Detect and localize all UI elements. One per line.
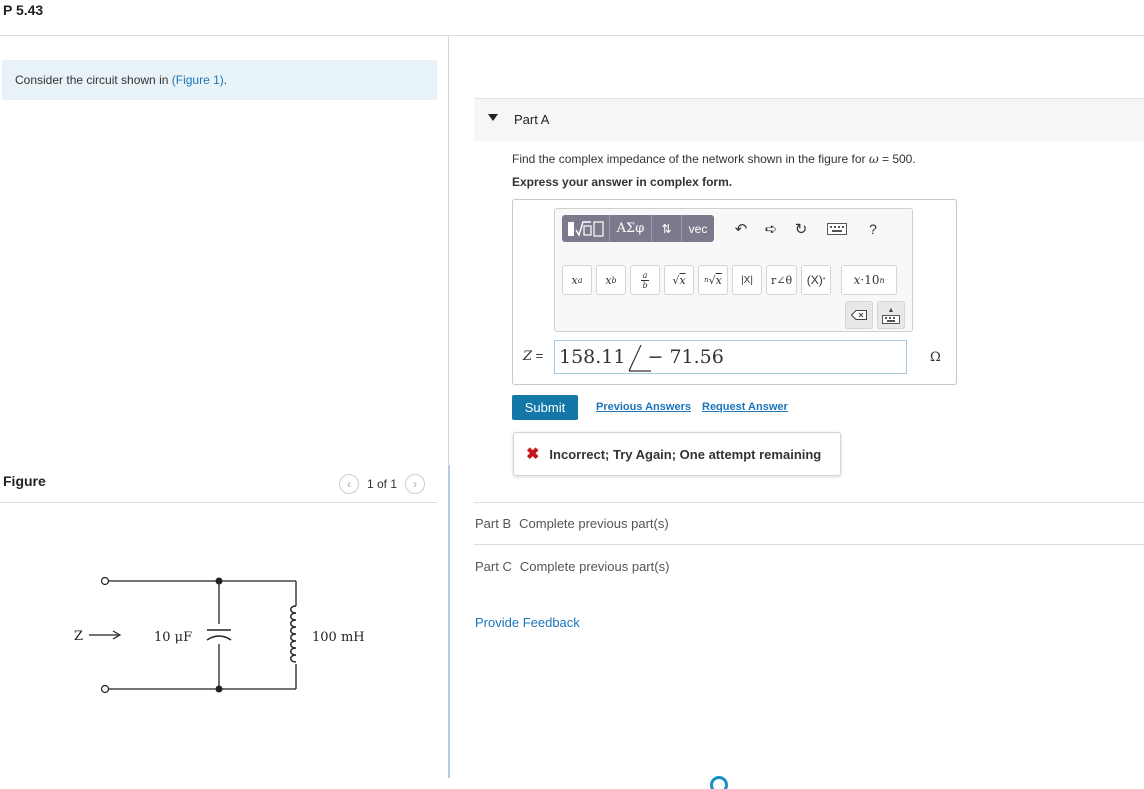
- figure-divider: [0, 502, 437, 503]
- capacitor-plate-bottom: [206, 635, 232, 641]
- intro-box: Consider the circuit shown in (Figure 1)…: [2, 60, 437, 100]
- answer-var: Z: [523, 349, 533, 364]
- error-icon: ✖: [526, 446, 540, 463]
- z-label: Z: [74, 629, 83, 644]
- answer-unit: Ω: [930, 350, 941, 365]
- chevron-right-icon[interactable]: ›: [405, 474, 426, 494]
- greek-button[interactable]: ΑΣφ: [610, 215, 652, 242]
- question-suffix: = 500.: [878, 152, 916, 166]
- sqrt-button[interactable]: √ x: [664, 265, 694, 295]
- submit-button[interactable]: Submit: [512, 395, 578, 420]
- omega-symbol: ω: [868, 152, 879, 166]
- intro-text: Consider the circuit shown in: [15, 73, 172, 87]
- part-b-status: Complete previous part(s): [519, 516, 669, 531]
- undo-icon[interactable]: ↶: [726, 215, 756, 242]
- figure-counter: 1 of 1: [367, 477, 398, 491]
- part-a-header[interactable]: Part A: [474, 98, 1144, 141]
- request-answer-link[interactable]: Request Answer: [702, 401, 788, 413]
- superscript-button[interactable]: xa: [562, 265, 592, 295]
- answer-equals: =: [532, 348, 544, 363]
- logo-icon: [710, 776, 728, 789]
- templates-icon: [567, 220, 604, 237]
- toolbar-dark-group: ΑΣφ ⇅ vec: [562, 215, 714, 242]
- figure-link[interactable]: (Figure 1): [172, 73, 224, 87]
- column-divider-accent: [448, 465, 450, 778]
- answer-variable: Z =: [523, 348, 543, 364]
- answer-angle: − 71.56: [647, 346, 724, 368]
- toolbar-row-1: ΑΣφ ⇅ vec ↶ ➪ ↻ ?: [562, 215, 888, 242]
- capacitor-label: 10 μF: [154, 630, 192, 645]
- part-c-status: Complete previous part(s): [519, 559, 670, 574]
- keyboard-toggle-icon[interactable]: ▲: [877, 301, 905, 329]
- help-button[interactable]: ?: [858, 215, 888, 242]
- abs-button[interactable]: |X|: [732, 265, 762, 295]
- figure-label: Figure: [3, 473, 46, 489]
- chevron-left-icon[interactable]: ‹: [339, 474, 359, 494]
- part-b-row: Part B Complete previous part(s): [475, 516, 669, 531]
- redo-icon[interactable]: ➪: [756, 215, 786, 242]
- circuit-diagram: Z 10 μF 100 mH: [74, 576, 365, 694]
- subscript-button[interactable]: xb: [596, 265, 626, 295]
- figure-navigation: ‹ 1 of 1 ›: [339, 474, 426, 494]
- caret-down-icon[interactable]: [488, 114, 498, 121]
- problem-title: P 5.43: [3, 2, 44, 18]
- part-b-name: Part B: [475, 516, 512, 531]
- scientific-notation-button[interactable]: x ·10 n: [841, 265, 898, 295]
- polar-button[interactable]: r∠θ: [766, 265, 798, 295]
- angle-symbol-icon: [627, 343, 652, 372]
- backspace-icon[interactable]: [845, 301, 873, 329]
- arrows-button[interactable]: ⇅: [652, 215, 682, 242]
- toolbar-row-3: ▲: [845, 301, 905, 329]
- part-a-title: Part A: [514, 112, 550, 127]
- part-c-row: Part C Complete previous part(s): [475, 559, 669, 574]
- toolbar-row-2: xa xb ab √ x n √ x |X| r∠θ (X) * x ·10 n: [562, 265, 898, 295]
- answer-magnitude: 158.11: [559, 346, 626, 368]
- templates-button[interactable]: [562, 215, 610, 242]
- left-column: Consider the circuit shown in (Figure 1)…: [0, 36, 449, 789]
- feedback-box: ✖ Incorrect; Try Again; One attempt rema…: [513, 432, 841, 476]
- fraction-button[interactable]: ab: [630, 265, 660, 295]
- reset-icon[interactable]: ↻: [786, 215, 816, 242]
- part-c-name: Part C: [475, 559, 512, 574]
- question-text: Find the complex impedance of the networ…: [512, 152, 916, 166]
- inductor-coil: [290, 605, 297, 663]
- conjugate-button[interactable]: (X) *: [801, 265, 832, 295]
- previous-answers-link[interactable]: Previous Answers: [596, 401, 691, 413]
- intro-suffix: .: [223, 73, 228, 87]
- keyboard-icon[interactable]: [816, 215, 858, 242]
- answer-box: ΑΣφ ⇅ vec ↶ ➪ ↻ ? xa xb ab √ x n √ x |X| r∠…: [512, 199, 957, 385]
- bottom-terminal: [100, 684, 110, 694]
- provide-feedback-link[interactable]: Provide Feedback: [475, 615, 580, 630]
- nth-root-button[interactable]: n √ x: [698, 265, 728, 295]
- inductor-label: 100 mH: [312, 630, 365, 645]
- feedback-message: Incorrect; Try Again; One attempt remain…: [549, 446, 822, 462]
- part-b-divider: [474, 502, 1144, 503]
- math-toolbar: ΑΣφ ⇅ vec ↶ ➪ ↻ ? xa xb ab √ x n √ x |X| r∠…: [554, 208, 913, 332]
- instruction-text: Express your answer in complex form.: [512, 175, 733, 189]
- vec-button[interactable]: vec: [682, 215, 714, 242]
- answer-input[interactable]: 158.11 − 71.56: [554, 340, 907, 374]
- part-c-divider: [474, 544, 1144, 545]
- top-terminal: [100, 576, 110, 586]
- question-prefix: Find the complex impedance of the networ…: [512, 152, 869, 166]
